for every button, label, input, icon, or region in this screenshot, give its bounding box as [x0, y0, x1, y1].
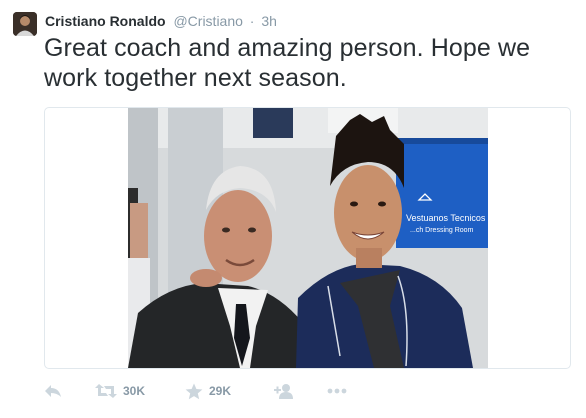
reply-icon [45, 385, 61, 397]
retweet-button[interactable]: 30K [95, 381, 145, 401]
avatar-image [13, 12, 37, 36]
tweet-header: Cristiano Ronaldo @Cristiano · 3h [45, 12, 277, 30]
tweet-actions: 30K 29K [44, 381, 384, 401]
retweet-count: 30K [123, 384, 146, 398]
tweet-timestamp[interactable]: 3h [261, 13, 277, 29]
author-handle[interactable]: @Cristiano [173, 13, 242, 29]
avatar[interactable] [13, 12, 37, 36]
favorite-count: 29K [209, 384, 232, 398]
header-separator: · [249, 13, 255, 29]
more-button[interactable] [327, 381, 347, 401]
tweet-text: Great coach and amazing person. Hope we … [44, 34, 531, 92]
sign-line-1: Vestuanos Tecnicos [406, 213, 486, 223]
follow-button[interactable] [274, 381, 294, 401]
more-dots-icon [327, 388, 347, 394]
author-name[interactable]: Cristiano Ronaldo [45, 13, 166, 29]
star-icon [185, 383, 203, 399]
tweet-card: Cristiano Ronaldo @Cristiano · 3h Great … [0, 0, 586, 418]
retweet-icon [95, 384, 117, 398]
sign-line-2: ...ch Dressing Room [410, 227, 474, 234]
favorite-button[interactable]: 29K [185, 381, 231, 401]
reply-button[interactable] [44, 381, 62, 401]
tweet-photo[interactable]: Vestuanos Tecnicos ...ch Dressing Room [128, 108, 488, 368]
photo-illustration: Vestuanos Tecnicos ...ch Dressing Room [128, 108, 488, 368]
add-user-icon [274, 384, 293, 399]
